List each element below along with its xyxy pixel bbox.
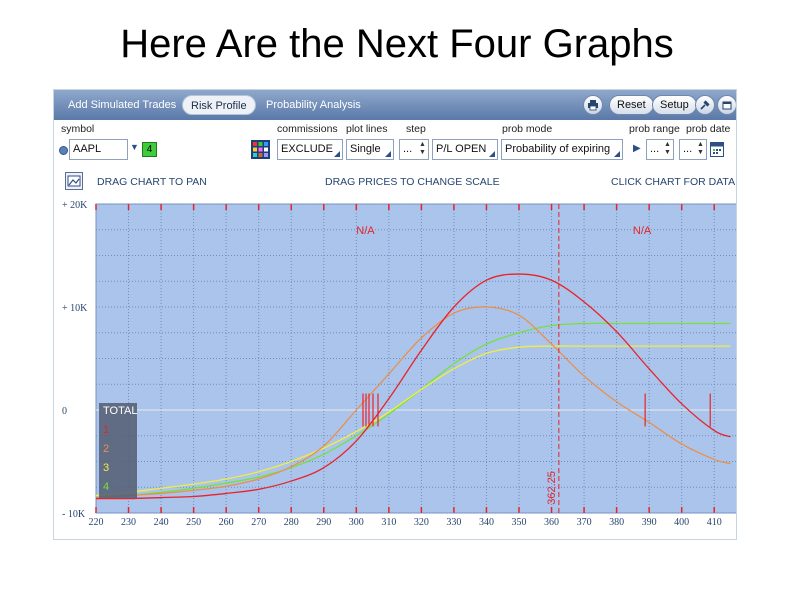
x-tick-label: 390 [642,517,657,528]
x-tick-label: 270 [251,517,266,528]
x-tick-label: 250 [186,517,201,528]
x-tick-label: 260 [219,517,234,528]
legend-item-3[interactable]: 3 [103,462,109,474]
x-tick-label: 310 [381,517,396,528]
y-tick-label: + 20K [62,200,88,211]
x-tick-label: 360 [544,517,559,528]
x-tick-label: 380 [609,517,624,528]
x-tick-label: 400 [674,517,689,528]
risk-profile-window: Add Simulated Trades Risk Profile Probab… [53,89,737,540]
slide-title: Here Are the Next Four Graphs [120,22,674,66]
legend-total: TOTAL [103,405,138,417]
x-tick-label: 370 [577,517,592,528]
legend-item-2[interactable]: 2 [103,443,109,455]
na-label: N/A [633,225,652,237]
y-tick-label: + 10K [62,303,88,314]
current-price-label: 362.25 [546,471,558,505]
x-tick-label: 290 [316,517,331,528]
x-tick-label: 320 [414,517,429,528]
x-tick-label: 350 [511,517,526,528]
x-tick-label: 230 [121,517,136,528]
na-label: N/A [356,225,375,237]
x-tick-label: 330 [446,517,461,528]
risk-profile-chart[interactable]: + 20K + 10K 0 - 10K220 230 240 250 260 270 280 290… [54,90,737,540]
y-tick-label: - 10K [62,509,86,520]
x-tick-label: 280 [284,517,299,528]
x-tick-label: 300 [349,517,364,528]
x-tick-label: 240 [154,517,169,528]
legend-item-4[interactable]: 4 [103,481,109,493]
legend: TOTAL 1 2 3 4 [99,403,137,498]
x-tick-label: 340 [479,517,494,528]
x-tick-label: 220 [89,517,104,528]
legend-item-1[interactable]: 1 [103,424,109,436]
y-tick-label: 0 [62,406,67,417]
x-tick-label: 410 [707,517,722,528]
